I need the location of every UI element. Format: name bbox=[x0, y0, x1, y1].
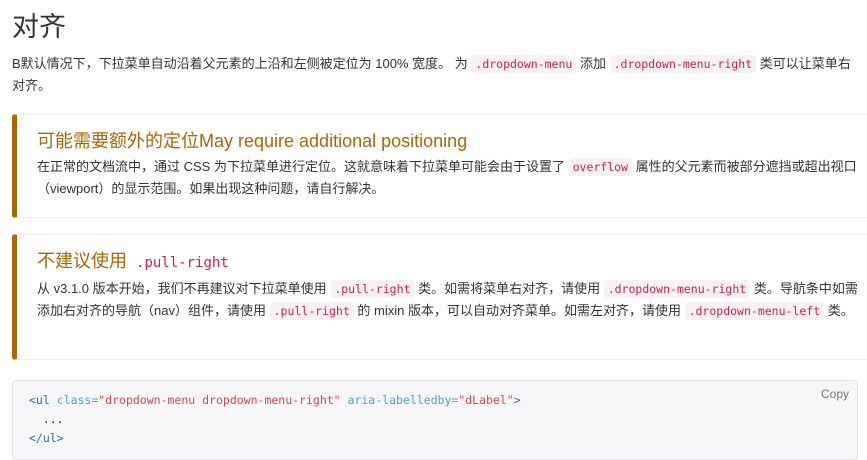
page-title: 对齐 bbox=[12, 12, 66, 42]
callout-positioning-text: 在正常的文档流中，通过 CSS 为下拉菜单进行定位。这就意味着下拉菜单可能会由于… bbox=[37, 156, 859, 199]
code-tag-close-bracket: > bbox=[513, 393, 521, 407]
code-dropdown-menu-right-2: .dropdown-menu-right bbox=[603, 280, 751, 298]
code-attr-class: class= bbox=[56, 393, 99, 407]
code-tag-open: <ul bbox=[29, 393, 50, 407]
code-example-block: Copy <ul class="dropdown-menu dropdown-m… bbox=[12, 380, 858, 460]
code-dropdown-menu: .dropdown-menu bbox=[471, 55, 577, 73]
callout2-text-2: 类。如需将菜单右对齐，请使用 bbox=[418, 281, 601, 296]
code-dropdown-menu-right: .dropdown-menu-right bbox=[609, 55, 757, 73]
callout-positioning: 可能需要额外的定位May require additional position… bbox=[12, 114, 867, 218]
code-line-1: <ul class="dropdown-menu dropdown-menu-r… bbox=[29, 391, 841, 410]
intro-text-1: B默认情况下，下拉菜单自动沿着父元素的上沿和左侧被定位为 100% 宽度。 为 bbox=[12, 56, 468, 71]
code-val-aria: "dLabel" bbox=[458, 393, 514, 407]
callout-deprecated-text: 从 v3.1.0 版本开始，我们不再建议对下拉菜单使用 .pull-right … bbox=[37, 278, 859, 322]
code-pull-right-1: .pull-right bbox=[330, 280, 415, 298]
callout-positioning-heading: 可能需要额外的定位May require additional position… bbox=[37, 131, 468, 151]
code-pull-right-heading: .pull-right bbox=[136, 255, 229, 271]
callout2-heading-text: 不建议使用 bbox=[37, 251, 127, 271]
callout2-text-1: 从 v3.1.0 版本开始，我们不再建议对下拉菜单使用 bbox=[37, 281, 327, 296]
callout2-text-4: 的 mixin 版本，可以自动对齐菜单。如需左对齐，请使用 bbox=[357, 303, 681, 318]
callout-deprecated-heading: 不建议使用 .pull-right bbox=[37, 249, 859, 275]
code-dropdown-menu-left: .dropdown-menu-left bbox=[684, 302, 825, 320]
callout-deprecated: 不建议使用 .pull-right 从 v3.1.0 版本开始，我们不再建议对下… bbox=[12, 234, 867, 360]
intro-paragraph: B默认情况下，下拉菜单自动沿着父元素的上沿和左侧被定位为 100% 宽度。 为 … bbox=[12, 53, 858, 96]
code-overflow: overflow bbox=[568, 158, 632, 176]
callout2-text-5: 类。 bbox=[827, 303, 854, 318]
code-pull-right-2: .pull-right bbox=[269, 302, 354, 320]
code-val-class: "dropdown-menu dropdown-menu-right" bbox=[98, 393, 341, 407]
copy-button[interactable]: Copy bbox=[821, 385, 849, 404]
code-attr-aria: aria-labelledby= bbox=[347, 393, 459, 407]
code-line-2: ... bbox=[29, 412, 64, 426]
code-line-3: </ul> bbox=[29, 431, 64, 445]
callout1-text-1: 在正常的文档流中，通过 CSS 为下拉菜单进行定位。这就意味着下拉菜单可能会由于… bbox=[37, 159, 565, 174]
intro-text-2: 添加 bbox=[579, 56, 606, 71]
